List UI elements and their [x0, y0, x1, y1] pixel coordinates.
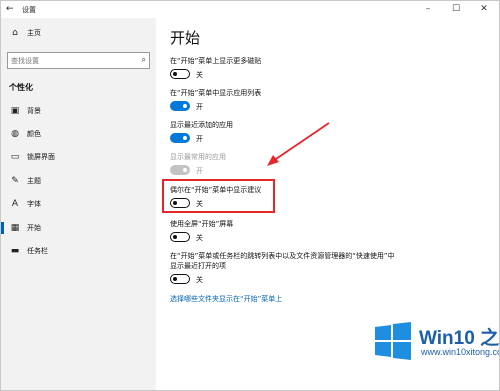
toggle-app-list[interactable] — [170, 101, 190, 111]
toggle-knob — [173, 276, 177, 281]
choose-folders-link[interactable]: 选择哪些文件夹显示在“开始”菜单上 — [170, 294, 282, 304]
palette-icon: ◍ — [11, 129, 19, 139]
page-title: 开始 — [170, 29, 201, 47]
toggle-most-used — [170, 165, 190, 175]
picture-icon: ▣ — [10, 106, 20, 116]
setting-label-line2: 显示最近打开的项 — [170, 262, 226, 270]
sidebar-item-label: 颜色 — [27, 130, 41, 138]
annotation-highlight-box — [162, 179, 275, 213]
toggle-state: 开 — [196, 167, 203, 175]
search-icon[interactable]: ⌕ — [142, 55, 146, 65]
sidebar-item-label: 开始 — [27, 224, 41, 232]
sidebar-item-taskbar[interactable]: ▬ 任务栏 — [1, 242, 156, 260]
maximize-button[interactable]: ☐ — [442, 1, 470, 18]
home-icon: ⌂ — [12, 28, 18, 38]
active-indicator — [1, 222, 4, 234]
start-icon: ▦ — [10, 223, 20, 233]
toggle-state: 关 — [196, 276, 203, 284]
settings-window: ← 设置 – ☐ ✕ ⌂ 主页 ⌕ 个性化 ▣ 背景 ◍ 颜色 ▭ 锁屏界面 ✎… — [0, 0, 500, 391]
monitor-icon: ▭ — [10, 152, 20, 162]
toggle-knob — [173, 71, 177, 76]
title-bar: ← 设置 – ☐ ✕ — [1, 1, 499, 18]
sidebar-item-label: 主题 — [27, 177, 41, 185]
toggle-state: 关 — [196, 234, 203, 242]
setting-label: 使用全屏“开始”屏幕 — [170, 220, 234, 228]
sidebar-item-themes[interactable]: ✎ 主题 — [1, 172, 156, 190]
sidebar-item-start[interactable]: ▦ 开始 — [1, 219, 156, 237]
minimize-button[interactable]: – — [414, 1, 442, 18]
sidebar-section-title: 个性化 — [9, 83, 33, 92]
sidebar-item-fonts[interactable]: A 字体 — [1, 195, 156, 213]
sidebar: ⌂ 主页 ⌕ 个性化 ▣ 背景 ◍ 颜色 ▭ 锁屏界面 ✎ 主题 A 字体 — [1, 18, 156, 390]
search-box: ⌕ — [7, 52, 150, 69]
setting-label: 显示最近添加的应用 — [170, 121, 233, 129]
toggle-knob — [183, 135, 187, 140]
sidebar-item-label: 任务栏 — [27, 247, 48, 255]
back-arrow-icon[interactable]: ← — [6, 4, 16, 14]
sidebar-item-background[interactable]: ▣ 背景 — [1, 102, 156, 120]
window-title: 设置 — [22, 6, 36, 14]
taskbar-icon: ▬ — [10, 246, 20, 256]
sidebar-item-label: 锁屏界面 — [27, 153, 55, 161]
toggle-knob — [183, 167, 187, 172]
toggle-state: 开 — [196, 135, 203, 143]
toggle-state: 关 — [196, 71, 203, 79]
toggle-state: 开 — [196, 103, 203, 111]
toggle-knob — [173, 234, 177, 239]
sidebar-item-colors[interactable]: ◍ 颜色 — [1, 125, 156, 143]
sidebar-item-label: 字体 — [27, 200, 41, 208]
toggle-fullscreen-start[interactable] — [170, 232, 190, 242]
setting-label: 在“开始”菜单或任务栏的跳转列表中以及文件资源管理器的“快速使用”中 — [170, 252, 395, 260]
font-icon: A — [11, 199, 19, 209]
sidebar-item-label: 主页 — [27, 29, 41, 37]
toggle-more-tiles[interactable] — [170, 69, 190, 79]
sidebar-item-lockscreen[interactable]: ▭ 锁屏界面 — [1, 148, 156, 166]
brush-icon: ✎ — [11, 176, 19, 186]
toggle-knob — [183, 103, 187, 108]
toggle-recent-items[interactable] — [170, 274, 190, 284]
sidebar-item-home[interactable]: ⌂ 主页 — [1, 24, 156, 42]
setting-label: 在“开始”菜单中显示应用列表 — [170, 89, 262, 97]
setting-label: 在“开始”菜单上显示更多磁贴 — [170, 57, 262, 65]
search-input[interactable] — [11, 55, 131, 67]
setting-label: 显示最常用的应用 — [170, 153, 226, 161]
close-button[interactable]: ✕ — [470, 1, 498, 18]
sidebar-item-label: 背景 — [27, 107, 41, 115]
watermark-url: www.win10xitong.com — [421, 347, 499, 357]
watermark-brand: Win10 之家 — [419, 328, 500, 349]
toggle-recent-apps[interactable] — [170, 133, 190, 143]
windows-logo-icon — [375, 322, 411, 360]
